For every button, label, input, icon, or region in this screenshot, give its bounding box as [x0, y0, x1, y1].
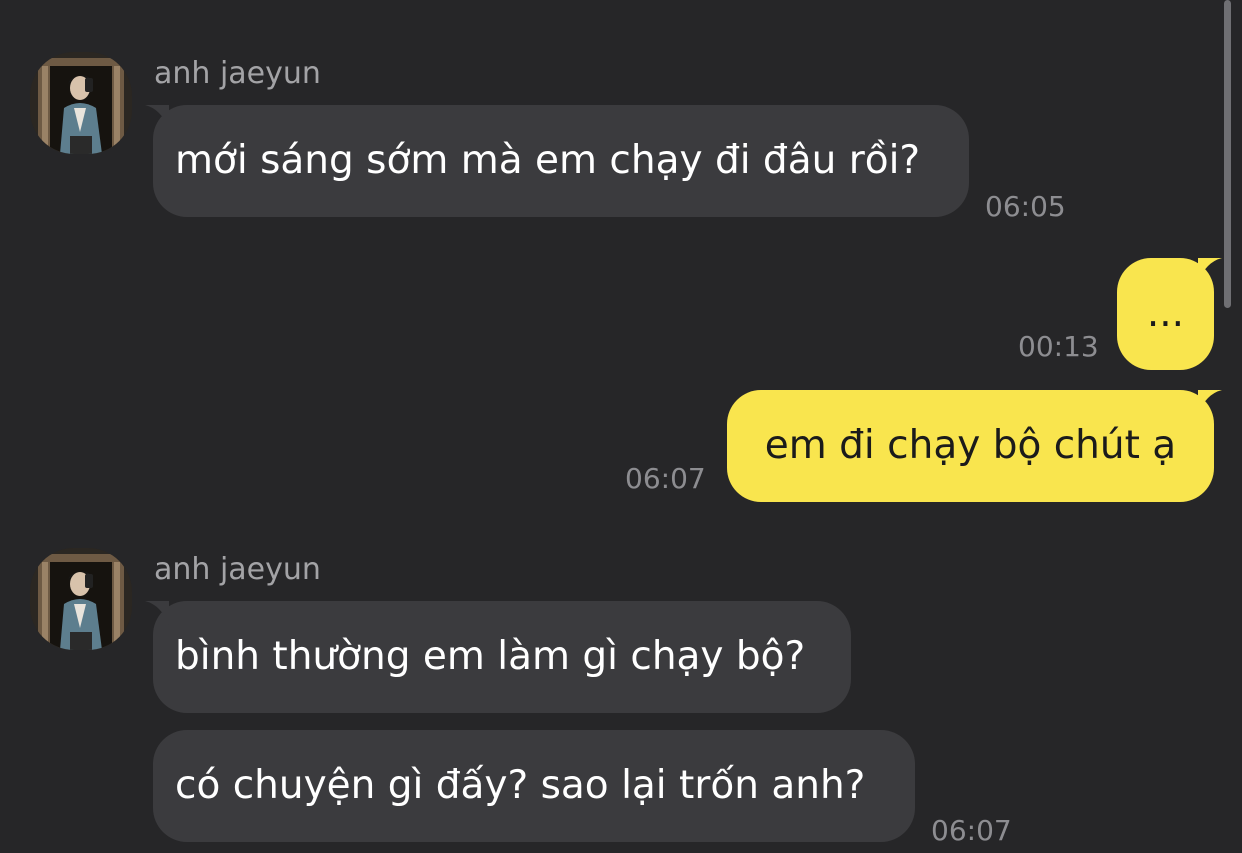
message-text: bình thường em làm gì chạy bộ?	[175, 634, 806, 679]
avatar-photo	[30, 548, 132, 650]
scrollbar[interactable]	[1224, 0, 1231, 308]
avatar[interactable]	[30, 548, 132, 650]
bubble-tail	[145, 105, 169, 129]
message-timestamp: 00:13	[1018, 330, 1099, 363]
message-text: có chuyện gì đấy? sao lại trốn anh?	[175, 763, 866, 808]
message-bubble[interactable]: bình thường em làm gì chạy bộ?	[145, 601, 851, 713]
message-timestamp: 06:05	[985, 190, 1066, 223]
sender-name: anh jaeyun	[154, 552, 321, 587]
message-bubble[interactable]: em đi chạy bộ chút ạ	[727, 390, 1222, 502]
chat-view[interactable]: anh jaeyun mới sáng sớm mà em chạy đi đâ…	[0, 0, 1242, 853]
bubble-tail	[1198, 390, 1222, 414]
bubble-tail	[145, 601, 169, 625]
bubble-tail	[1198, 258, 1222, 282]
avatar-photo	[30, 52, 132, 154]
message-bubble[interactable]: có chuyện gì đấy? sao lại trốn anh?	[153, 730, 915, 842]
message-timestamp: 06:07	[931, 814, 1012, 847]
message-timestamp: 06:07	[625, 462, 706, 495]
avatar[interactable]	[30, 52, 132, 154]
message-text: em đi chạy bộ chút ạ	[764, 423, 1177, 468]
sender-name: anh jaeyun	[154, 56, 321, 91]
message-bubble[interactable]: mới sáng sớm mà em chạy đi đâu rồi?	[145, 105, 969, 217]
message-text: mới sáng sớm mà em chạy đi đâu rồi?	[175, 138, 921, 183]
message-bubble[interactable]: ...	[1117, 258, 1222, 370]
message-text: ...	[1146, 291, 1185, 336]
